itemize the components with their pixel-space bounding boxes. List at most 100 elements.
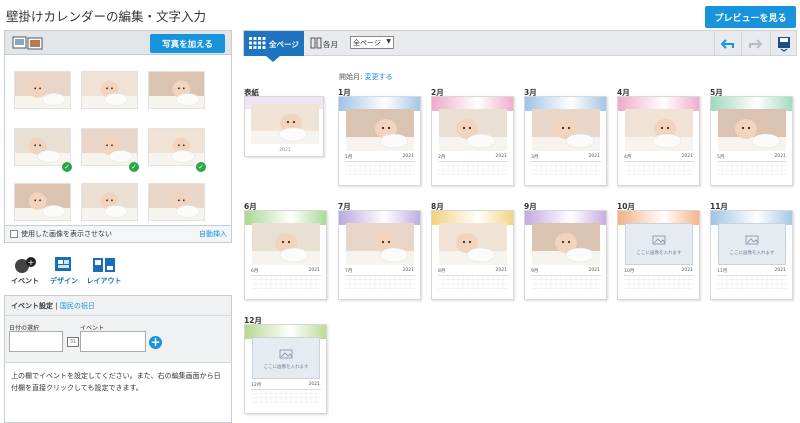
photo-thumbnail[interactable]	[148, 183, 205, 221]
photos-icon	[12, 36, 43, 50]
tab-design-label: デザイン	[50, 277, 78, 285]
photo-thumbnail[interactable]	[14, 71, 71, 109]
photo-placeholder[interactable]: ここに画像を入れます	[718, 223, 786, 265]
active-tab-pointer	[266, 56, 280, 62]
calendar-grid[interactable]	[624, 274, 694, 289]
calendar-year-label: 2021	[495, 154, 507, 159]
month-photo[interactable]	[346, 223, 414, 265]
date-input[interactable]	[9, 331, 63, 352]
calendar-grid[interactable]	[438, 160, 508, 175]
calendar-grid[interactable]	[438, 274, 508, 289]
month-page[interactable]: 6月 2021	[244, 210, 327, 300]
grid-icon	[249, 37, 266, 49]
tab-design[interactable]: デザイン	[45, 255, 83, 288]
calendar-grid[interactable]	[251, 274, 321, 289]
page-toolbar: 全ページ 各月 全ページ ▼	[243, 30, 797, 62]
month-page[interactable]: 5月 2021	[710, 96, 793, 186]
month-photo[interactable]	[439, 109, 507, 151]
month-page[interactable]: ここに画像を入れます 11月 2021	[710, 210, 793, 300]
redo-button[interactable]	[741, 31, 767, 56]
month-page[interactable]: 8月 2021	[431, 210, 514, 300]
month-page[interactable]: 9月 2021	[524, 210, 607, 300]
photo-thumbnail[interactable]	[81, 183, 138, 221]
month-photo[interactable]	[252, 223, 320, 265]
photo-placeholder[interactable]: ここに画像を入れます	[625, 223, 693, 265]
month-page[interactable]: ここに画像を入れます 10月 2021	[617, 210, 700, 300]
placeholder-text: ここに画像を入れます	[636, 251, 682, 256]
tab-event-settings[interactable]: イベント設定	[11, 302, 53, 310]
month-page[interactable]: 1月 2021	[338, 96, 421, 186]
hide-used-label: 使用した画像を表示させない	[21, 230, 112, 238]
add-event-button[interactable]: +	[149, 336, 162, 349]
calendar-grid[interactable]	[531, 160, 601, 175]
tab-all-pages-label: 全ページ	[269, 40, 299, 49]
event-help-text: 上の欄でイベントを設定してください。また、右の編集画面から日付欄を直接クリックし…	[11, 372, 221, 392]
calendar-grid[interactable]	[251, 388, 321, 403]
calendar-grid[interactable]	[717, 274, 787, 289]
chevron-down-icon: ▼	[386, 38, 391, 45]
event-tabs: イベント設定 | 国民の祝日	[5, 296, 231, 316]
undo-icon	[720, 38, 734, 49]
month-photo[interactable]	[532, 109, 600, 151]
auto-insert-link[interactable]: 自動挿入	[199, 229, 227, 239]
photo-thumbnail[interactable]	[14, 128, 71, 166]
calendar-grid[interactable]	[345, 160, 415, 175]
preview-button[interactable]: プレビューを見る	[705, 6, 796, 28]
change-start-month-link[interactable]: 変更する	[365, 73, 393, 81]
page-select[interactable]: 全ページ ▼	[350, 36, 394, 49]
month-photo[interactable]	[625, 109, 693, 151]
tab-event[interactable]: + イベント	[6, 255, 44, 288]
tab-event-label: イベント	[11, 277, 39, 285]
tab-all-pages[interactable]: 全ページ	[244, 31, 304, 56]
image-placeholder-icon	[745, 235, 759, 245]
hide-used-checkbox[interactable]	[10, 230, 18, 238]
start-month: 開始月: 変更する	[339, 72, 393, 82]
undo-button[interactable]	[714, 31, 740, 56]
month-photo[interactable]	[718, 109, 786, 151]
design-icon	[55, 257, 71, 271]
save-button[interactable]	[770, 31, 796, 56]
calendar-year-label: 2021	[681, 154, 693, 159]
photo-panel-header: 写真を加える	[5, 31, 231, 55]
placeholder-text: ここに画像を入れます	[729, 251, 775, 256]
calendar-year-label: 2021	[774, 268, 786, 273]
calendar-grid[interactable]	[345, 274, 415, 289]
month-page[interactable]: 4月 2021	[617, 96, 700, 186]
svg-text:+: +	[28, 258, 35, 267]
photo-thumbnail[interactable]	[148, 71, 205, 109]
used-check-icon: ✓	[129, 162, 139, 172]
event-icon: +	[15, 257, 36, 273]
calendar-grid[interactable]	[717, 160, 787, 175]
page-title: 壁掛けカレンダーの編集・文字入力	[6, 9, 207, 24]
add-photo-button[interactable]: 写真を加える	[150, 34, 225, 53]
page-select-value: 全ページ	[353, 39, 381, 47]
calendar-icon[interactable]: 31	[67, 337, 79, 347]
calendar-year-label: 2021	[308, 382, 320, 387]
calendar-grid[interactable]	[624, 160, 694, 175]
photo-thumbnail[interactable]	[14, 183, 71, 221]
month-photo[interactable]	[346, 109, 414, 151]
calendar-year-label: 2021	[588, 154, 600, 159]
photo-placeholder[interactable]: ここに画像を入れます	[252, 337, 320, 379]
calendar-grid[interactable]	[531, 274, 601, 289]
tab-national-holidays[interactable]: 国民の祝日	[60, 302, 95, 310]
calendar-year-label: 2021	[495, 268, 507, 273]
month-page[interactable]: ここに画像を入れます 12月 2021	[244, 324, 327, 414]
calendar-year-label: 2021	[402, 268, 414, 273]
image-placeholder-icon	[279, 349, 293, 359]
redo-icon	[748, 38, 762, 49]
calendar-year-label: 2021	[681, 268, 693, 273]
month-page[interactable]: 3月 2021	[524, 96, 607, 186]
photo-thumbnail[interactable]	[81, 71, 138, 109]
month-photo[interactable]	[532, 223, 600, 265]
month-photo[interactable]	[439, 223, 507, 265]
cover-page[interactable]: 2021	[244, 96, 324, 157]
month-page[interactable]: 7月 2021	[338, 210, 421, 300]
month-page[interactable]: 2月 2021	[431, 96, 514, 186]
event-form: 日付の選択 イベント 31 +	[5, 316, 231, 363]
photo-thumbnail[interactable]	[81, 128, 138, 166]
event-input[interactable]	[80, 331, 146, 352]
tab-layout[interactable]: レイアウト	[85, 255, 123, 288]
cover-photo[interactable]	[251, 104, 319, 144]
photo-thumbnail[interactable]	[148, 128, 205, 166]
